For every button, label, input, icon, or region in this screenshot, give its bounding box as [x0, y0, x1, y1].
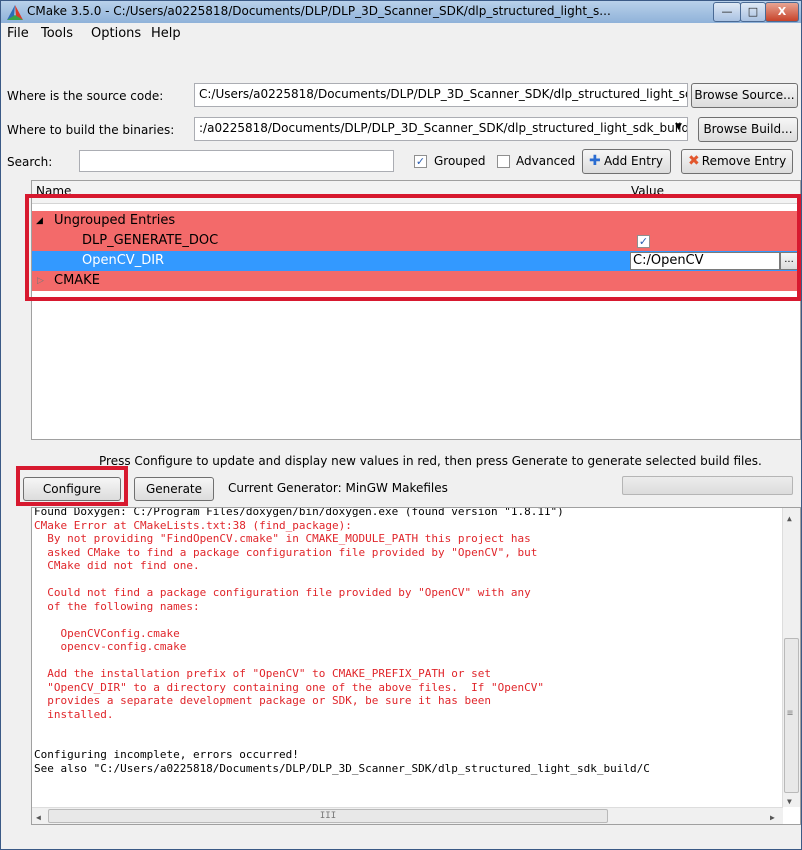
- browse-build-button[interactable]: Browse Build...: [698, 117, 798, 142]
- scroll-up-arrow-icon[interactable]: ▲: [787, 512, 792, 526]
- search-input[interactable]: [79, 150, 394, 172]
- output-line: Configuring incomplete, errors occurred!: [34, 748, 299, 761]
- menu-file[interactable]: File: [7, 26, 29, 41]
- entry-name: DLP_GENERATE_DOC: [82, 233, 219, 248]
- scroll-down-arrow-icon[interactable]: ▼: [787, 795, 792, 809]
- output-line: Add the installation prefix of "OpenCV" …: [34, 667, 491, 680]
- scroll-right-arrow-icon[interactable]: ▶: [770, 811, 775, 824]
- build-path-value: :/a0225818/Documents/DLP/DLP_3D_Scanner_…: [199, 121, 688, 135]
- advanced-checkbox[interactable]: [497, 155, 510, 168]
- plus-icon: ✚: [589, 153, 601, 169]
- minimize-button[interactable]: —: [713, 2, 741, 22]
- window-title: CMake 3.5.0 - C:/Users/a0225818/Document…: [27, 4, 611, 18]
- vertical-scroll-thumb[interactable]: ≡: [784, 638, 799, 793]
- source-label: Where is the source code:: [7, 89, 164, 103]
- output-line: "OpenCV_DIR" to a directory containing o…: [34, 680, 544, 694]
- scroll-left-arrow-icon[interactable]: ◀: [36, 811, 41, 824]
- progress-bar: [622, 476, 793, 495]
- output-log[interactable]: Found Doxygen: C:/Program Files/doxygen/…: [31, 507, 801, 825]
- output-line: opencv-config.cmake: [34, 640, 187, 653]
- output-line: asked CMake to find a package configurat…: [34, 545, 538, 559]
- horizontal-scrollbar[interactable]: ◀ III ▶: [32, 807, 783, 824]
- output-line: of the following names:: [34, 599, 200, 613]
- menu-options[interactable]: Options: [91, 26, 141, 41]
- cmake-window: CMake 3.5.0 - C:/Users/a0225818/Document…: [0, 0, 802, 850]
- menu-help[interactable]: Help: [151, 26, 181, 41]
- grouped-label: Grouped: [434, 154, 486, 168]
- hint-text: Press Configure to update and display ne…: [99, 454, 762, 468]
- output-lines: Found Doxygen: C:/Program Files/doxygen/…: [34, 507, 779, 775]
- horizontal-scroll-thumb[interactable]: III: [48, 809, 608, 823]
- remove-x-icon: ✖: [688, 153, 700, 169]
- dropdown-arrow-icon[interactable]: ▼: [675, 122, 682, 132]
- configure-button[interactable]: Configure: [23, 477, 121, 501]
- current-generator-label: Current Generator: MinGW Makefiles: [228, 481, 448, 495]
- group-label: CMAKE: [54, 273, 100, 288]
- grouped-checkbox[interactable]: ✓: [414, 155, 427, 168]
- entry-name: OpenCV_DIR: [82, 253, 165, 268]
- output-line: CMake did not find one.: [34, 559, 200, 572]
- maximize-button[interactable]: □: [740, 2, 766, 22]
- build-path-combo[interactable]: :/a0225818/Documents/DLP/DLP_3D_Scanner_…: [194, 117, 688, 141]
- expanded-arrow-icon[interactable]: ◢: [36, 211, 43, 231]
- title-bar[interactable]: CMake 3.5.0 - C:/Users/a0225818/Document…: [1, 1, 801, 23]
- cmake-logo-icon: [7, 5, 23, 20]
- remove-entry-button[interactable]: ✖ Remove Entry: [681, 149, 793, 174]
- add-entry-label: Add Entry: [604, 154, 663, 168]
- source-path-field[interactable]: C:/Users/a0225818/Documents/DLP/DLP_3D_S…: [194, 83, 688, 107]
- vertical-scrollbar[interactable]: ▲ ≡ ▼: [782, 508, 800, 807]
- output-line: By not providing "FindOpenCV.cmake" in C…: [34, 532, 531, 545]
- output-line: CMake Error at CMakeLists.txt:38 (find_p…: [34, 518, 352, 532]
- menu-tools[interactable]: Tools: [41, 26, 73, 41]
- add-entry-button[interactable]: ✚ Add Entry: [582, 149, 671, 174]
- browse-source-button[interactable]: Browse Source...: [691, 83, 798, 108]
- collapsed-arrow-icon[interactable]: ▷: [37, 271, 44, 291]
- generate-button[interactable]: Generate: [134, 477, 214, 501]
- opencv-dir-value-input[interactable]: C:/OpenCV: [630, 252, 780, 270]
- build-label: Where to build the binaries:: [7, 123, 175, 137]
- menu-bar: File Tools Options Help: [1, 23, 801, 45]
- tree-entry-opencv-dir[interactable]: OpenCV_DIR C:/OpenCV ...: [32, 251, 800, 271]
- group-label: Ungrouped Entries: [54, 213, 176, 228]
- name-column-header[interactable]: Name: [36, 184, 71, 198]
- output-line: Could not find a package configuration f…: [34, 586, 531, 599]
- output-line: installed.: [34, 707, 114, 721]
- value-column-header[interactable]: Value: [631, 184, 664, 198]
- remove-entry-label: Remove Entry: [701, 154, 787, 168]
- browse-path-button[interactable]: ...: [780, 252, 798, 270]
- search-label: Search:: [7, 155, 53, 169]
- output-line: OpenCVConfig.cmake: [34, 626, 180, 640]
- tree-header: Name Value: [32, 181, 800, 204]
- cache-entries-tree[interactable]: Name Value ◢ Ungrouped Entries DLP_GENER…: [31, 180, 801, 440]
- output-line: Found Doxygen: C:/Program Files/doxygen/…: [34, 507, 564, 518]
- tree-group-cmake[interactable]: ▷ CMAKE: [32, 271, 800, 291]
- advanced-label: Advanced: [516, 154, 576, 168]
- close-button[interactable]: X: [765, 2, 799, 22]
- grip-icon: ≡: [787, 708, 794, 719]
- dlp-generate-doc-checkbox[interactable]: ✓: [637, 235, 650, 248]
- output-line: provides a separate development package …: [34, 694, 491, 707]
- tree-group-ungrouped[interactable]: ◢ Ungrouped Entries: [32, 211, 800, 231]
- output-line: See also "C:/Users/a0225818/Documents/DL…: [34, 761, 650, 775]
- tree-entry-dlp-generate-doc[interactable]: DLP_GENERATE_DOC ✓: [32, 231, 800, 251]
